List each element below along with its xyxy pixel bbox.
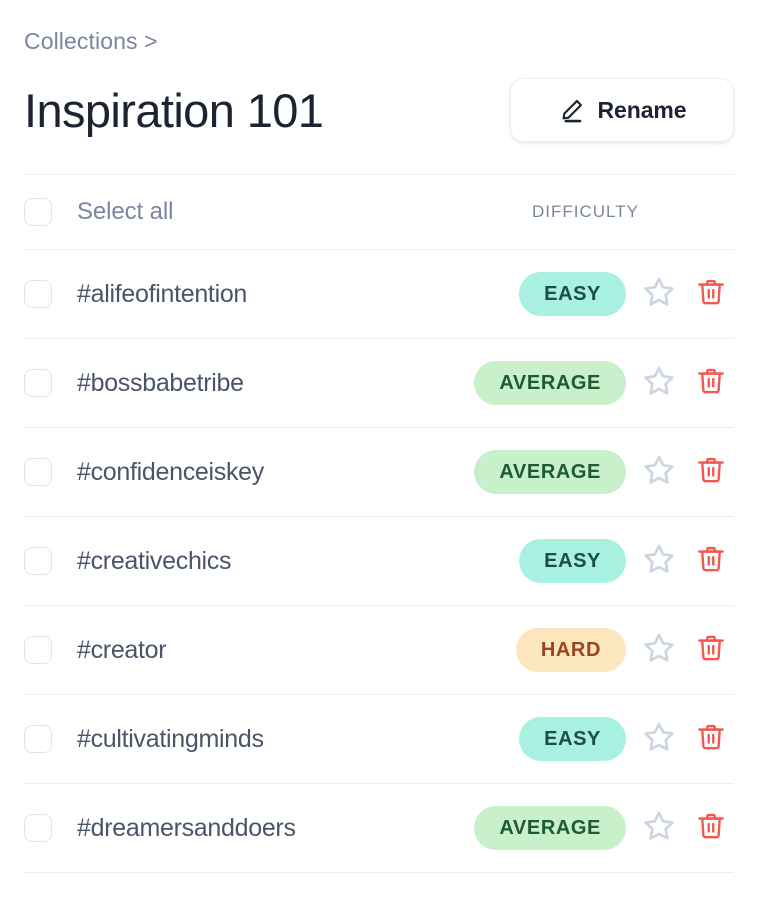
table-row[interactable]: #alifeofintention EASY	[24, 250, 734, 338]
hashtag-label: #alifeofintention	[77, 279, 248, 308]
table-row[interactable]: #bossbabetribe AVERAGE	[24, 339, 734, 427]
star-icon	[642, 631, 676, 670]
page-title: Inspiration 101	[24, 83, 324, 137]
difficulty-cell: AVERAGE	[454, 806, 626, 850]
favorite-button[interactable]	[636, 627, 682, 673]
hashtag-label: #creator	[77, 635, 167, 664]
difficulty-cell: AVERAGE	[454, 450, 626, 494]
row-actions: AVERAGE	[454, 805, 734, 851]
star-icon	[642, 720, 676, 759]
select-all-checkbox[interactable]	[24, 198, 52, 226]
trash-icon	[696, 455, 726, 490]
row-actions: AVERAGE	[454, 449, 734, 495]
status-badge: EASY	[519, 539, 626, 583]
row-actions: EASY	[454, 716, 734, 762]
row-divider	[24, 872, 734, 873]
hashtag-label: #confidenceiskey	[77, 457, 264, 486]
delete-button[interactable]	[688, 449, 734, 495]
row-checkbox[interactable]	[24, 369, 52, 397]
star-icon	[642, 364, 676, 403]
delete-button[interactable]	[688, 360, 734, 406]
page-header: Inspiration 101 Rename	[24, 76, 734, 144]
delete-button[interactable]	[688, 627, 734, 673]
table-row[interactable]: #creator HARD	[24, 606, 734, 694]
delete-button[interactable]	[688, 271, 734, 317]
difficulty-cell: EASY	[454, 717, 626, 761]
breadcrumb[interactable]: Collections >	[24, 0, 158, 53]
delete-button[interactable]	[688, 538, 734, 584]
difficulty-cell: HARD	[454, 628, 626, 672]
difficulty-cell: EASY	[454, 272, 626, 316]
star-icon	[642, 542, 676, 581]
favorite-button[interactable]	[636, 716, 682, 762]
row-checkbox[interactable]	[24, 725, 52, 753]
select-all-label: Select all	[77, 198, 174, 225]
status-badge: EASY	[519, 272, 626, 316]
star-icon	[642, 453, 676, 492]
difficulty-cell: EASY	[454, 539, 626, 583]
table-row[interactable]: #confidenceiskey AVERAGE	[24, 428, 734, 516]
hashtag-label: #dreamersanddoers	[77, 813, 296, 842]
delete-button[interactable]	[688, 716, 734, 762]
hashtag-label: #creativechics	[77, 546, 232, 575]
status-badge: AVERAGE	[474, 806, 626, 850]
row-checkbox[interactable]	[24, 458, 52, 486]
table-row[interactable]: #cultivatingminds EASY	[24, 695, 734, 783]
rename-button-label: Rename	[597, 96, 687, 123]
favorite-button[interactable]	[636, 449, 682, 495]
star-icon	[642, 275, 676, 314]
row-actions: EASY	[454, 538, 734, 584]
status-badge: AVERAGE	[474, 361, 626, 405]
row-actions: EASY	[454, 271, 734, 317]
trash-icon	[696, 722, 726, 757]
difficulty-cell: AVERAGE	[454, 361, 626, 405]
favorite-button[interactable]	[636, 805, 682, 851]
status-badge: AVERAGE	[474, 450, 626, 494]
favorite-button[interactable]	[636, 271, 682, 317]
table-row[interactable]: #dreamersanddoers AVERAGE	[24, 784, 734, 872]
favorite-button[interactable]	[636, 360, 682, 406]
favorite-button[interactable]	[636, 538, 682, 584]
status-badge: EASY	[519, 717, 626, 761]
pencil-icon	[558, 97, 585, 124]
delete-button[interactable]	[688, 805, 734, 851]
row-checkbox[interactable]	[24, 814, 52, 842]
rename-button[interactable]: Rename	[510, 78, 734, 142]
row-actions: HARD	[454, 627, 734, 673]
trash-icon	[696, 544, 726, 579]
row-checkbox[interactable]	[24, 547, 52, 575]
trash-icon	[696, 811, 726, 846]
star-icon	[642, 809, 676, 848]
table-row[interactable]: #creativechics EASY	[24, 517, 734, 605]
hashtag-list: #alifeofintention EASY #bossbabetribe AV…	[24, 250, 734, 873]
trash-icon	[696, 633, 726, 668]
collection-detail-page: Collections > Inspiration 101 Rename Sel…	[0, 0, 758, 924]
difficulty-column-header: DIFFICULTY	[532, 202, 639, 221]
status-badge: HARD	[515, 628, 626, 672]
hashtag-label: #bossbabetribe	[77, 368, 244, 397]
trash-icon	[696, 366, 726, 401]
row-checkbox[interactable]	[24, 636, 52, 664]
trash-icon	[696, 277, 726, 312]
list-header-row: Select all DIFFICULTY	[24, 175, 734, 249]
row-checkbox[interactable]	[24, 280, 52, 308]
row-actions: AVERAGE	[454, 360, 734, 406]
hashtag-label: #cultivatingminds	[77, 724, 264, 753]
